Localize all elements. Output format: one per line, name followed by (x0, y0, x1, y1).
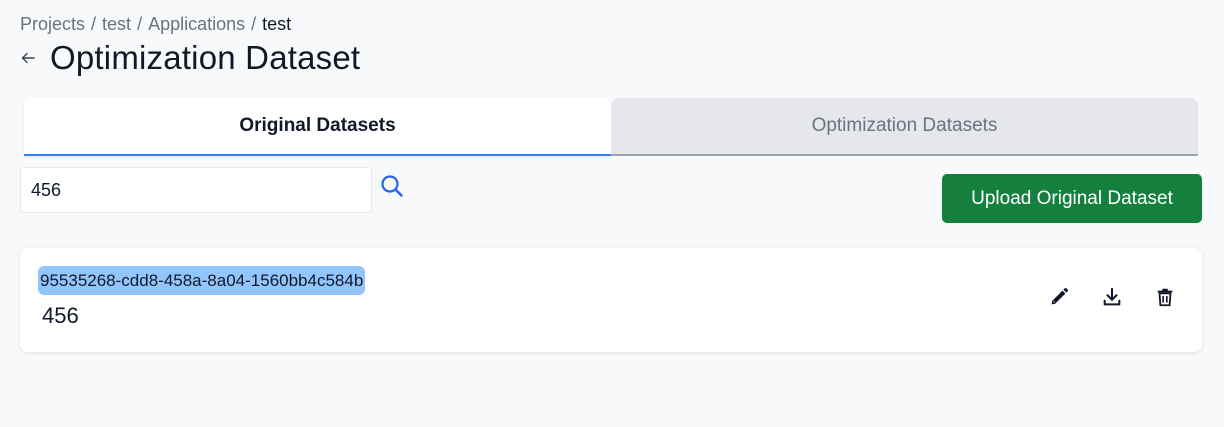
breadcrumb-separator: / (251, 14, 257, 34)
breadcrumb-separator: / (91, 14, 97, 34)
breadcrumb-applications[interactable]: Applications (148, 14, 245, 35)
page-title: Optimization Dataset (50, 39, 361, 76)
trash-icon[interactable] (1152, 284, 1178, 310)
arrow-left-icon[interactable] (18, 48, 38, 68)
breadcrumb-separator: / (137, 14, 143, 34)
tab-optimization-datasets[interactable]: Optimization Datasets (611, 98, 1198, 156)
dataset-name: 456 (42, 303, 79, 328)
search-input[interactable] (20, 167, 372, 213)
dataset-id: 95535268-cdd8-458a-8a04-1560bb4c584b (38, 266, 366, 295)
pencil-icon[interactable] (1046, 284, 1072, 310)
dataset-tabs: Original Datasets Optimization Datasets (24, 98, 1198, 156)
download-icon[interactable] (1099, 284, 1125, 310)
dataset-actions (1019, 284, 1178, 310)
search-icon[interactable] (378, 172, 406, 200)
breadcrumb-current: test (262, 14, 292, 34)
breadcrumb: Projects / test / Applications / test (20, 14, 291, 35)
tab-original-datasets[interactable]: Original Datasets (24, 98, 611, 156)
upload-original-dataset-button[interactable]: Upload Original Dataset (942, 174, 1202, 223)
breadcrumb-projects[interactable]: Projects (20, 14, 85, 35)
page-header: Optimization Dataset (18, 38, 360, 78)
breadcrumb-project[interactable]: test (102, 14, 131, 35)
dataset-card: 95535268-cdd8-458a-8a04-1560bb4c584b 456 (20, 248, 1202, 352)
